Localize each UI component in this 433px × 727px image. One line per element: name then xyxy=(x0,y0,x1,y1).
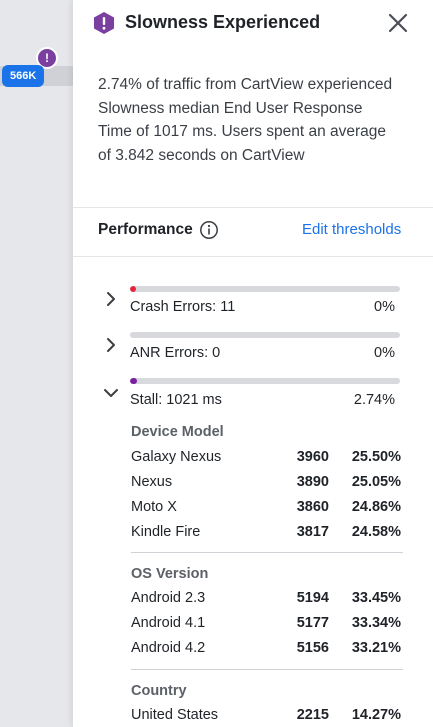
table-row: Nexus 3890 25.05% xyxy=(131,474,401,494)
panel-header: Slowness Experienced xyxy=(73,0,433,46)
performance-label: Performance xyxy=(98,221,193,238)
progress-bar xyxy=(130,286,400,292)
row-count: 3960 xyxy=(296,449,329,465)
row-percent: 33.45% xyxy=(351,590,401,606)
divider xyxy=(131,669,403,670)
row-count: 3817 xyxy=(296,524,329,540)
close-icon[interactable] xyxy=(387,12,409,34)
row-percent: 33.21% xyxy=(351,640,401,656)
background-canvas xyxy=(0,0,73,727)
row-count: 3890 xyxy=(296,474,329,490)
metric-label: Stall: 1021 ms xyxy=(130,392,222,408)
table-row: United States 2215 14.27% xyxy=(131,707,401,727)
table-row: Moto X 3860 24.86% xyxy=(131,499,401,519)
metric-label: Crash Errors: 11 xyxy=(130,299,236,315)
panel-title: Slowness Experienced xyxy=(125,12,321,32)
warning-hexagon-icon xyxy=(94,12,114,34)
metric-percent: 2.74% xyxy=(353,392,395,408)
table-row: Kindle Fire 3817 24.58% xyxy=(131,524,401,544)
progress-bar-fill xyxy=(130,286,136,292)
row-percent: 24.86% xyxy=(351,499,401,515)
metric-stall[interactable]: Stall: 1021 ms 2.74% xyxy=(73,375,433,415)
row-count: 5156 xyxy=(296,640,329,656)
row-name: United States xyxy=(131,707,219,723)
row-percent: 14.27% xyxy=(351,707,401,723)
slowness-detail-panel: Slowness Experienced 2.74% of traffic fr… xyxy=(73,0,433,727)
row-name: Android 2.3 xyxy=(131,590,206,606)
row-name: Android 4.1 xyxy=(131,615,206,631)
device-model-heading: Device Model xyxy=(131,424,224,440)
row-name: Kindle Fire xyxy=(131,524,201,540)
chevron-right-icon[interactable] xyxy=(103,337,119,353)
metric-crash-errors[interactable]: Crash Errors: 11 0% xyxy=(73,283,433,323)
row-percent: 25.05% xyxy=(351,474,401,490)
row-percent: 25.50% xyxy=(351,449,401,465)
divider xyxy=(73,256,433,257)
row-percent: 24.58% xyxy=(351,524,401,540)
row-count: 5194 xyxy=(296,590,329,606)
country-heading: Country xyxy=(131,683,187,699)
info-icon[interactable] xyxy=(199,220,219,240)
row-count: 3860 xyxy=(296,499,329,515)
table-row: Android 4.1 5177 33.34% xyxy=(131,615,401,635)
progress-bar xyxy=(130,332,400,338)
table-row: Galaxy Nexus 3960 25.50% xyxy=(131,449,401,469)
divider xyxy=(73,207,433,208)
row-name: Moto X xyxy=(131,499,177,515)
divider xyxy=(131,552,403,553)
table-row: Android 4.2 5156 33.21% xyxy=(131,640,401,660)
row-name: Galaxy Nexus xyxy=(131,449,222,465)
table-row: Android 2.3 5194 33.45% xyxy=(131,590,401,610)
chevron-right-icon[interactable] xyxy=(103,291,119,307)
row-name: Android 4.2 xyxy=(131,640,206,656)
row-percent: 33.34% xyxy=(351,615,401,631)
progress-bar-fill xyxy=(130,378,138,384)
metric-percent: 0% xyxy=(374,345,395,361)
metric-percent: 0% xyxy=(374,299,395,315)
os-version-heading: OS Version xyxy=(131,566,209,582)
row-count: 5177 xyxy=(296,615,329,631)
row-name: Nexus xyxy=(131,474,173,490)
metric-label: ANR Errors: 0 xyxy=(130,345,221,361)
chevron-down-icon[interactable] xyxy=(103,385,119,401)
metric-anr-errors[interactable]: ANR Errors: 0 0% xyxy=(73,329,433,369)
slowness-description: 2.74% of traffic from CartView experienc… xyxy=(98,76,393,164)
traffic-count-badge[interactable]: 566K xyxy=(2,65,45,87)
edit-thresholds-link[interactable]: Edit thresholds xyxy=(302,221,401,238)
row-count: 2215 xyxy=(296,707,329,723)
progress-bar xyxy=(130,378,400,384)
